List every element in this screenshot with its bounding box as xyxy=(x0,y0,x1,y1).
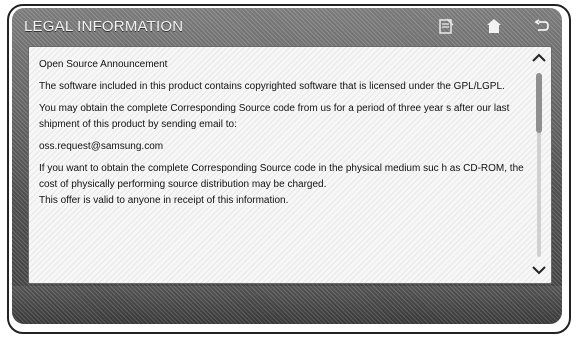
page-title: LEGAL INFORMATION xyxy=(24,17,184,35)
scroll-up-button[interactable] xyxy=(527,47,551,71)
source-code-paragraph: You may obtain the complete Correspondin… xyxy=(39,103,510,130)
legal-text-panel[interactable]: Open Source Announcement The software in… xyxy=(28,46,552,284)
offer-paragraph: This offer is valid to anyone in receipt… xyxy=(39,195,289,206)
bottom-bar xyxy=(12,286,562,324)
chevron-down-icon xyxy=(532,262,546,280)
legal-text-content: Open Source Announcement The software in… xyxy=(39,57,524,277)
home-button[interactable] xyxy=(474,12,514,40)
email-address: oss.request@samsung.com xyxy=(39,141,164,152)
gpl-paragraph: The software included in this product co… xyxy=(39,81,505,92)
home-icon xyxy=(485,17,503,35)
scroll-track[interactable] xyxy=(536,73,542,257)
edit-button[interactable] xyxy=(426,12,466,40)
physical-medium-paragraph: If you want to obtain the complete Corre… xyxy=(39,163,524,190)
announcement-heading: Open Source Announcement xyxy=(39,59,168,70)
scroll-thumb[interactable] xyxy=(536,73,542,133)
screen: LEGAL INFORMATION Open Source Announceme… xyxy=(12,8,562,324)
back-button[interactable] xyxy=(522,12,562,40)
title-bar: LEGAL INFORMATION xyxy=(12,8,562,44)
back-arrow-icon xyxy=(533,17,551,35)
chevron-up-icon xyxy=(532,50,546,68)
toolbar-icons xyxy=(418,8,562,44)
scrollbar[interactable] xyxy=(527,47,551,283)
scroll-down-button[interactable] xyxy=(527,259,551,283)
note-edit-icon xyxy=(437,17,455,35)
